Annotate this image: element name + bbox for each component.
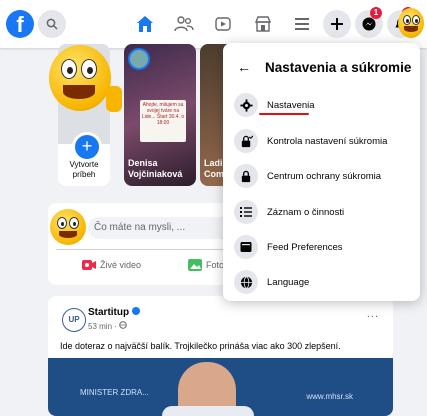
ministry-logo-text: MINISTER ZDRA... [80, 388, 149, 397]
story-avatar [128, 48, 150, 70]
emoji-mouth [59, 231, 77, 238]
emoji-eye [57, 217, 67, 229]
live-video-icon [82, 260, 96, 270]
menu-item-settings[interactable]: Nastavenia [231, 90, 416, 120]
emoji-eye [61, 59, 77, 79]
live-video-button[interactable]: Živé video [82, 259, 141, 271]
menu-item-label: Centrum ochrany súkromia [267, 170, 382, 182]
menu-item-label: Language [267, 276, 310, 288]
emoji-eye [81, 59, 97, 79]
emoji-mouth [404, 26, 418, 32]
video-icon [215, 17, 231, 31]
menu-item-language[interactable]: Language [231, 267, 416, 297]
menu-item-privacy-checkup[interactable]: Kontrola nastavení súkromia [231, 126, 416, 156]
thumbs-up-emoji-sticker [49, 45, 111, 111]
story-author-name: Denisa Vojčiniaková [128, 158, 183, 179]
menu-title: Nastavenia a súkromie [265, 59, 412, 75]
plus-icon: + [72, 132, 102, 162]
menu-item-label: Záznam o činnosti [267, 206, 345, 218]
story-card[interactable]: Ahojte, milujem sa svojej tváre na Lide.… [124, 44, 196, 186]
menu-item-privacy-center[interactable]: Centrum ochrany súkromia [231, 161, 416, 191]
post-image[interactable]: MINISTER ZDRA... www.mhsr.sk [48, 358, 393, 416]
divider [56, 249, 250, 250]
small-emoji-sticker [398, 8, 424, 38]
menu-tab[interactable] [290, 12, 314, 36]
verified-badge-icon [132, 307, 141, 315]
menu-item-label: Feed Preferences [267, 241, 343, 253]
post-author[interactable]: Startitup [88, 307, 141, 318]
back-arrow-icon[interactable]: ← [237, 59, 251, 75]
create-button[interactable] [323, 10, 351, 38]
gear-icon [234, 93, 258, 117]
post-text: Ide doteraz o najväčší balík. Trojkilečk… [60, 341, 341, 351]
feed-post: UP Startitup 53 min · ... Ide doteraz o … [48, 296, 393, 416]
feed-icon [234, 235, 258, 259]
create-story-label: Vytvorte príbeh [69, 160, 99, 179]
post-options-button[interactable]: ... [367, 308, 379, 320]
post-meta: 53 min · [88, 321, 127, 331]
lock-check-icon [234, 129, 258, 153]
menu-item-activity-log[interactable]: Záznam o činnosti [231, 197, 416, 227]
red-annotation-underline [259, 113, 309, 115]
facebook-logo[interactable]: f [6, 10, 34, 38]
menu-item-label: Nastavenia [267, 99, 315, 111]
menu-item-feed-preferences[interactable]: Feed Preferences [231, 232, 416, 262]
menu-header: ← Nastavenia a súkromie [237, 59, 411, 75]
globe-icon [234, 270, 258, 294]
menu-item-label: Kontrola nastavení súkromia [267, 135, 388, 147]
messenger-badge: 1 [370, 7, 382, 19]
person-shirt [162, 406, 254, 416]
photo-icon [188, 259, 202, 271]
emoji-eye [69, 217, 79, 229]
page-avatar[interactable]: UP [62, 308, 86, 332]
globe-icon [119, 321, 127, 329]
search-icon [46, 18, 58, 30]
friends-tab[interactable] [172, 12, 196, 36]
post-time: 53 min · [88, 322, 120, 331]
plus-icon [331, 18, 343, 30]
store-icon [254, 16, 272, 32]
emoji-eye [412, 15, 420, 25]
emoji-mouth [63, 85, 95, 99]
home-icon [137, 16, 153, 32]
post-author-name: Startitup [88, 307, 130, 318]
photo-button[interactable]: Foto [188, 259, 224, 271]
list-icon [234, 200, 258, 224]
composer-emoji-sticker [50, 209, 86, 245]
home-tab[interactable] [133, 12, 157, 36]
menu-icon [295, 18, 309, 30]
story-card-text: Ahojte, milujem sa svojej tváre na Lide.… [140, 100, 186, 142]
emoji-eye [403, 15, 411, 25]
ministry-url-text: www.mhsr.sk [306, 392, 353, 401]
settings-privacy-menu: ← Nastavenia a súkromie Nastavenia Kontr… [223, 43, 420, 301]
watch-tab[interactable] [211, 12, 235, 36]
marketplace-tab[interactable] [251, 12, 275, 36]
live-video-label: Živé video [100, 260, 142, 270]
friends-icon [174, 16, 194, 32]
photo-label: Foto [206, 260, 225, 270]
lock-icon [234, 164, 258, 188]
thumbs-up-hand [106, 86, 122, 112]
search-button[interactable] [38, 10, 66, 38]
